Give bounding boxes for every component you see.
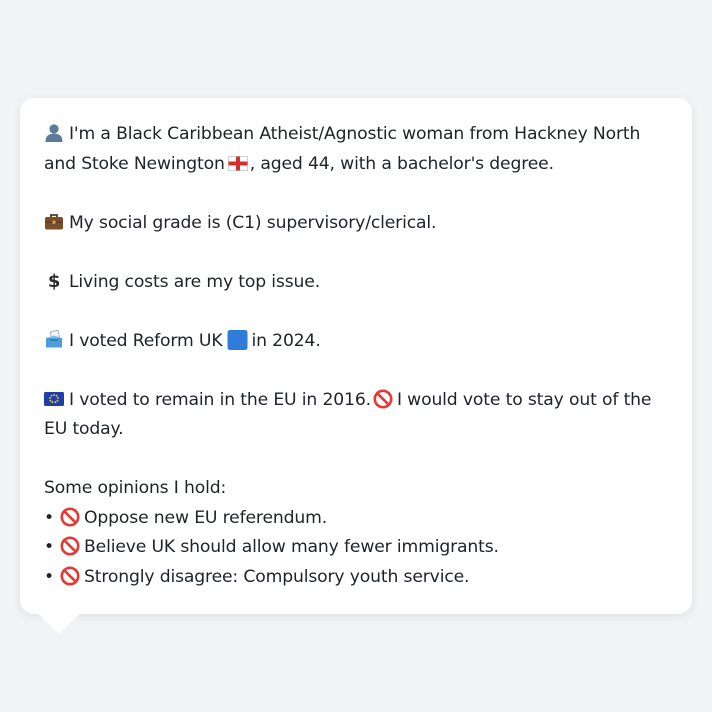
prohibited-icon [373, 389, 393, 409]
opinions-heading: Some opinions I hold: [44, 478, 227, 498]
vote-2024-line: I voted Reform UK in 2024. [44, 327, 668, 357]
identity-line: I'm a Black Caribbean Atheist/Agnostic w… [44, 120, 668, 179]
persona-message-bubble: I'm a Black Caribbean Atheist/Agnostic w… [20, 98, 692, 614]
bullet: • [44, 507, 54, 528]
social-grade-text: My social grade is (C1) supervisory/cler… [69, 212, 437, 233]
prohibited-icon [60, 566, 80, 586]
top-issue-line: $ Living costs are my top issue. [44, 268, 668, 298]
opinion-text: Strongly disagree: Compulsory youth serv… [84, 566, 470, 587]
prohibited-icon [60, 536, 80, 556]
eu-flag-icon [44, 389, 64, 408]
england-flag-icon [227, 155, 248, 171]
bullet: • [44, 566, 54, 587]
large-blue-square-icon [227, 329, 248, 350]
prohibited-icon [60, 507, 80, 527]
vote-2024-year: in 2024. [251, 330, 321, 351]
opinion-item: • Oppose new EU referendum. [44, 504, 668, 534]
social-grade-line: My social grade is (C1) supervisory/cler… [44, 209, 668, 239]
eu-line: I voted to remain in the EU in 2016. I wo… [44, 386, 668, 445]
bubble-tail [36, 612, 82, 634]
briefcase-icon [44, 212, 64, 231]
ballot-box-icon [44, 329, 64, 349]
identity-text-end: , aged 44, with a bachelor's degree. [249, 153, 554, 174]
bust-in-silhouette-icon [44, 123, 64, 142]
bullet: • [44, 537, 54, 557]
heavy-dollar-sign-icon: $ [44, 271, 64, 290]
opinion-item: • Believe UK should allow many fewer immi… [44, 533, 668, 563]
opinion-text: Believe UK should allow many fewer immig… [84, 537, 499, 557]
vote-2024-text: I voted Reform UK [69, 330, 223, 351]
opinion-text: Oppose new EU referendum. [84, 507, 328, 528]
eu-2016-text: I voted to remain in the EU in 2016. [69, 389, 371, 410]
svg-text:$: $ [48, 271, 60, 290]
opinion-item: • Strongly disagree: Compulsory youth ser… [44, 563, 668, 593]
top-issue-text: Living costs are my top issue. [69, 271, 321, 292]
